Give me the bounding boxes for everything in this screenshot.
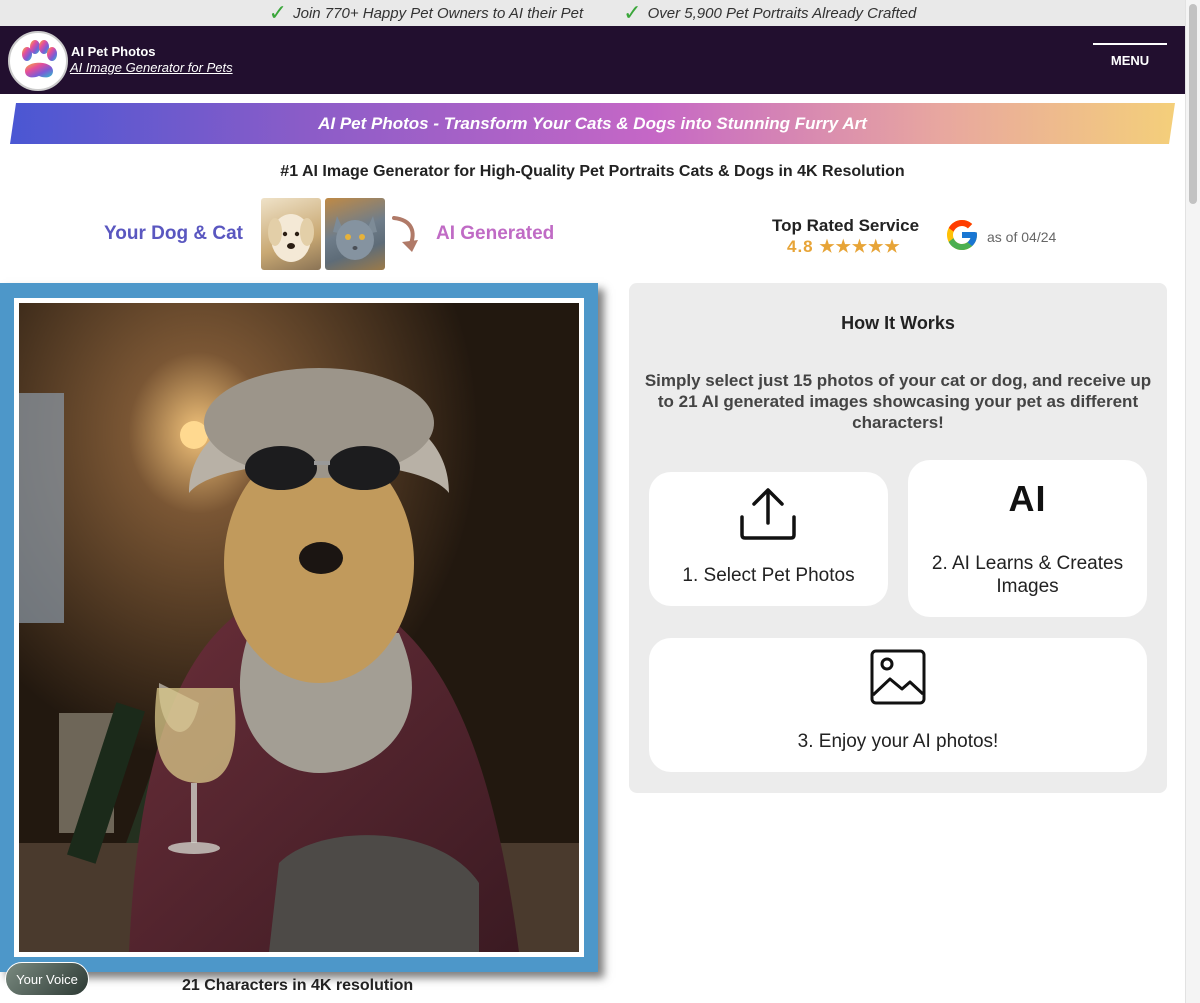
scrollbar[interactable] (1185, 0, 1200, 1003)
promo-bar: ✓ Join 770+ Happy Pet Owners to AI their… (0, 0, 1185, 26)
paw-icon[interactable] (8, 31, 68, 91)
how-it-works-description: Simply select just 15 photos of your cat… (644, 371, 1152, 432)
cat-thumbnail (325, 198, 385, 270)
showcase-card (0, 283, 598, 972)
checkmark-icon: ✓ (268, 0, 288, 25)
step-label: 3. Enjoy your AI photos! (797, 731, 999, 752)
checkmark-icon: ✓ (623, 0, 642, 25)
rating-stars: ★★★★★ (819, 237, 901, 256)
step-ai-learns: AI 2. AI Learns & Creates Images (908, 460, 1147, 617)
page-subheading: #1 AI Image Generator for High-Quality P… (280, 163, 905, 180)
promo-item: ✓ Join 770+ Happy Pet Owners to AI their… (269, 2, 583, 24)
photo-frame (14, 298, 584, 957)
curved-arrow-icon (392, 216, 418, 252)
your-voice-button[interactable]: Your Voice (5, 962, 89, 996)
upload-icon (740, 488, 796, 540)
ai-generated-dog-portrait (19, 303, 579, 952)
how-it-works-title: How It Works (841, 313, 955, 333)
step-select-photos: 1. Select Pet Photos (649, 472, 888, 606)
brand-name[interactable]: AI Pet Photos (71, 44, 156, 59)
image-icon (870, 649, 926, 705)
after-label: AI Generated (436, 223, 555, 244)
rating-score: 4.8 ★★★★★ (787, 237, 901, 257)
google-icon (947, 220, 977, 250)
rating-value: 4.8 (787, 237, 814, 256)
step-enjoy-photos: 3. Enjoy your AI photos! (649, 638, 1147, 772)
promo-text: Over 5,900 Pet Portraits Already Crafted (647, 4, 917, 22)
how-it-works-panel: How It Works Simply select just 15 photo… (629, 283, 1167, 793)
ai-icon: AI (1008, 478, 1047, 519)
before-label: Your Dog & Cat (104, 223, 243, 244)
brand-tagline-link[interactable]: AI Image Generator for Pets (70, 60, 233, 75)
step-label: 2. AI Learns & Creates Images (931, 553, 1124, 597)
dog-thumbnail (261, 198, 321, 270)
showcase-caption: 21 Characters in 4K resolution (182, 977, 414, 994)
menu-button[interactable]: MENU (1093, 53, 1167, 68)
promo-text: Join 770+ Happy Pet Owners to AI their P… (293, 4, 584, 22)
site-header: AI Pet Photos AI Image Generator for Pet… (0, 26, 1185, 94)
step-label: 1. Select Pet Photos (682, 565, 855, 586)
scrollbar-thumb[interactable] (1189, 4, 1197, 204)
hero-banner: AI Pet Photos - Transform Your Cats & Do… (10, 103, 1175, 144)
menu-bar-line (1093, 43, 1167, 45)
rating-title: Top Rated Service (772, 216, 920, 235)
rating-date: as of 04/24 (987, 229, 1057, 245)
promo-item: ✓ Over 5,900 Pet Portraits Already Craft… (623, 2, 916, 24)
